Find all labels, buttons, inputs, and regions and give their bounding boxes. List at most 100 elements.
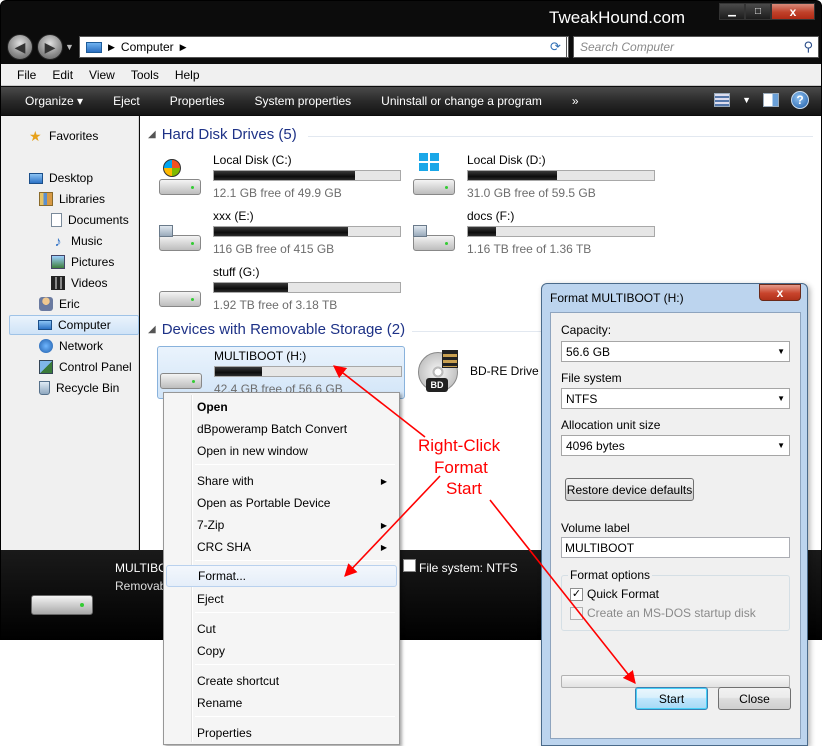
allocation-value: 4096 bytes: [566, 438, 625, 453]
menu-item-properties[interactable]: Properties: [166, 722, 397, 744]
nav-libraries[interactable]: Libraries: [39, 189, 105, 209]
quick-format-checkbox[interactable]: ✓ Quick Format: [570, 587, 659, 601]
nav-network[interactable]: Network: [39, 336, 103, 356]
usage-bar: [213, 282, 401, 293]
network-icon: [39, 339, 53, 353]
allocation-select[interactable]: 4096 bytes ▼: [561, 435, 790, 456]
menu-edit[interactable]: Edit: [44, 68, 81, 82]
drive-f[interactable]: docs (F:) 1.16 TB free of 1.36 TB: [411, 209, 656, 259]
close-dialog-button[interactable]: Close: [718, 687, 791, 710]
menu-item-crc-sha[interactable]: CRC SHA ▶: [166, 536, 397, 558]
usage-fill: [468, 171, 558, 180]
menu-item-7zip[interactable]: 7-Zip ▶: [166, 514, 397, 536]
drive-d[interactable]: Local Disk (D:) 31.0 GB free of 59.5 GB: [411, 153, 656, 203]
msdos-startup-checkbox: Create an MS-DOS startup disk: [570, 606, 756, 620]
breadcrumb-chevron-icon[interactable]: ▶: [180, 42, 187, 53]
usage-fill: [214, 283, 289, 292]
capacity-label: Capacity:: [561, 323, 612, 337]
breadcrumb-chevron-icon[interactable]: ▶: [108, 42, 115, 53]
nav-music[interactable]: ♪ Music: [51, 231, 103, 251]
refresh-button[interactable]: ⟳: [545, 36, 567, 58]
nav-control-panel[interactable]: Control Panel: [39, 357, 132, 377]
group-header-hdd[interactable]: ◢ Hard Disk Drives (5): [148, 126, 297, 143]
menu-item-open-portable[interactable]: Open as Portable Device: [166, 492, 397, 514]
group-header-removable[interactable]: ◢ Devices with Removable Storage (2): [148, 321, 405, 338]
menu-item-rename[interactable]: Rename: [166, 692, 397, 714]
drive-e[interactable]: xxx (E:) 116 GB free of 415 GB: [157, 209, 402, 259]
search-input[interactable]: Search Computer ⚲: [573, 36, 819, 58]
drive-bd[interactable]: BD BD-RE Drive (K: [414, 346, 554, 396]
user-icon: [39, 297, 53, 311]
collapse-icon[interactable]: ◢: [148, 129, 156, 140]
menu-separator: [195, 612, 395, 613]
nav-label: Network: [59, 339, 104, 353]
minimize-button[interactable]: ▁: [719, 3, 745, 20]
format-options-group: Format options ✓ Quick Format Create an …: [561, 568, 790, 631]
usage-bar: [214, 366, 402, 377]
nav-pictures[interactable]: Pictures: [51, 252, 114, 272]
dialog-close-button[interactable]: x: [759, 284, 801, 301]
search-icon[interactable]: ⚲: [803, 39, 813, 55]
preview-pane-icon[interactable]: [763, 93, 779, 107]
menu-view[interactable]: View: [81, 68, 123, 82]
menu-item-open-new-window[interactable]: Open in new window: [166, 440, 397, 462]
forward-button[interactable]: ▶: [37, 34, 63, 60]
maximize-button[interactable]: □: [745, 3, 771, 20]
properties-button[interactable]: Properties: [155, 94, 240, 108]
recent-pages-dropdown[interactable]: ▼: [65, 42, 74, 52]
capacity-select[interactable]: 56.6 GB ▼: [561, 341, 790, 362]
change-view-icon[interactable]: [714, 93, 731, 107]
submenu-arrow-icon: ▶: [380, 520, 387, 530]
address-bar[interactable]: ▶ Computer ▶ ▼: [79, 36, 569, 58]
nav-videos[interactable]: Videos: [51, 273, 107, 293]
uninstall-button[interactable]: Uninstall or change a program: [366, 94, 557, 108]
file-system-select[interactable]: NTFS ▼: [561, 388, 790, 409]
eject-button[interactable]: Eject: [98, 94, 155, 108]
view-dropdown-icon[interactable]: ▼: [742, 95, 751, 105]
collapse-icon[interactable]: ◢: [148, 324, 156, 335]
menu-item-format[interactable]: Format...: [166, 565, 397, 587]
system-properties-button[interactable]: System properties: [239, 94, 366, 108]
menu-item-cut[interactable]: Cut: [166, 618, 397, 640]
menu-item-dbpoweramp[interactable]: dBpoweramp Batch Convert: [166, 418, 397, 440]
menu-help[interactable]: Help: [167, 68, 208, 82]
nav-label: Recycle Bin: [56, 381, 120, 395]
usage-fill: [468, 227, 496, 236]
close-button[interactable]: x: [771, 3, 815, 20]
nav-computer[interactable]: Computer: [9, 315, 139, 335]
organize-button[interactable]: Organize ▾: [1, 94, 98, 108]
nav-favorites[interactable]: ★ Favorites: [29, 126, 98, 146]
watermark-brand: TweakHound.com: [549, 8, 686, 27]
menu-file[interactable]: File: [1, 68, 44, 82]
control-panel-icon: [39, 360, 53, 374]
drive-c[interactable]: Local Disk (C:) 12.1 GB free of 49.9 GB: [157, 153, 402, 203]
annotation-start: Start: [446, 479, 482, 498]
nav-desktop[interactable]: Desktop: [29, 168, 93, 188]
nav-label: Pictures: [71, 255, 115, 269]
volume-label-label: Volume label: [561, 521, 630, 535]
drive-g[interactable]: stuff (G:) 1.92 TB free of 3.18 TB: [157, 265, 402, 315]
view-controls: ▼ ?: [714, 91, 809, 109]
start-button[interactable]: Start: [635, 687, 708, 710]
nav-recycle-bin[interactable]: Recycle Bin: [39, 378, 119, 398]
hard-drive-icon: [159, 279, 203, 307]
menu-item-eject[interactable]: Eject: [166, 588, 397, 610]
dropdown-arrow-icon: ▼: [777, 347, 785, 356]
help-icon[interactable]: ?: [791, 91, 809, 109]
breadcrumb-computer[interactable]: Computer: [121, 40, 174, 54]
menu-item-copy[interactable]: Copy: [166, 640, 397, 662]
context-menu: Open dBpoweramp Batch Convert Open in ne…: [163, 392, 400, 745]
menu-item-share-with[interactable]: Share with ▶: [166, 470, 397, 492]
menu-item-open[interactable]: Open: [166, 396, 397, 418]
menu-tools[interactable]: Tools: [123, 68, 167, 82]
windows-drive-icon: [413, 153, 457, 195]
menu-item-create-shortcut[interactable]: Create shortcut: [166, 670, 397, 692]
back-button[interactable]: ◀: [7, 34, 33, 60]
more-commands-button[interactable]: »: [557, 94, 594, 108]
restore-defaults-button[interactable]: Restore device defaults: [565, 478, 694, 501]
nav-user-eric[interactable]: Eric: [39, 294, 80, 314]
volume-label-input[interactable]: MULTIBOOT: [561, 537, 790, 558]
group-divider: [308, 136, 813, 137]
menu-bar: File Edit View Tools Help: [1, 64, 821, 86]
nav-documents[interactable]: Documents: [51, 210, 129, 230]
